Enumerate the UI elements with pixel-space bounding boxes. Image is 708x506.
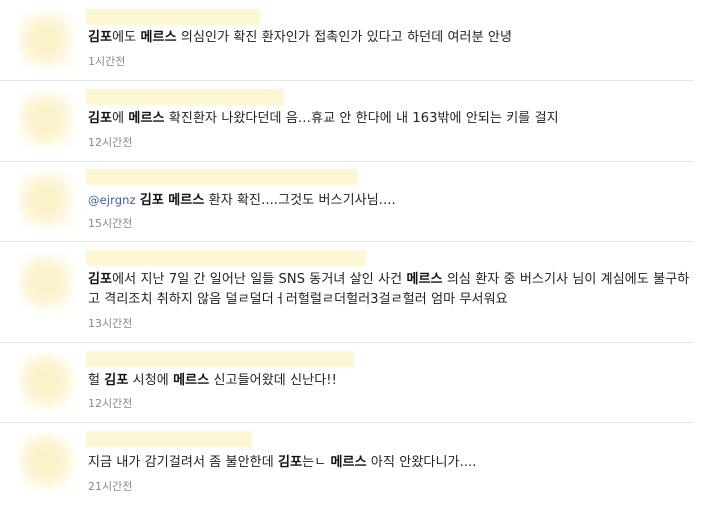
avatar[interactable] bbox=[18, 433, 74, 489]
list-item[interactable]: 김포에 메르스 확진환자 나왔다던데 음…휴교 안 한다에 내 163밖에 안되… bbox=[0, 81, 708, 162]
tweet-text: 지금 내가 감기걸려서 좀 불안한데 김포는ㄴ 메르스 아직 안왔다니가.... bbox=[88, 455, 477, 470]
user-name-redacted bbox=[86, 169, 358, 185]
timestamp[interactable]: 1시간전 bbox=[88, 53, 125, 69]
list-item[interactable]: @ejrgnz 김포 메르스 환자 확진....그것도 버스기사님.... 15… bbox=[0, 162, 708, 242]
tweet-text: 김포에도 메르스 의심인가 확진 환자인가 접촉인가 있다고 하던데 여러분 안… bbox=[88, 30, 513, 45]
timestamp[interactable]: 15시간전 bbox=[88, 215, 132, 231]
avatar[interactable] bbox=[18, 12, 74, 68]
user-name-redacted bbox=[86, 89, 284, 105]
list-item[interactable]: 김포에도 메르스 의심인가 확진 환자인가 접촉인가 있다고 하던데 여러분 안… bbox=[0, 0, 708, 81]
timestamp[interactable]: 21시간전 bbox=[88, 478, 132, 494]
keyword-highlight: 김포 bbox=[88, 30, 113, 45]
avatar[interactable] bbox=[18, 353, 74, 409]
keyword-highlight: 메르스 bbox=[128, 111, 165, 126]
keyword-highlight: 메르스 bbox=[330, 455, 367, 470]
avatar[interactable] bbox=[18, 254, 74, 310]
list-item[interactable]: 김포에서 지난 7일 간 일어난 일들 SNS 동거녀 살인 사건 메르스 의심… bbox=[0, 242, 708, 343]
avatar[interactable] bbox=[18, 91, 74, 147]
keyword-highlight: 메르스 bbox=[406, 272, 443, 287]
tweet-text: 김포에서 지난 7일 간 일어난 일들 SNS 동거녀 살인 사건 메르스 의심… bbox=[88, 272, 690, 307]
timestamp[interactable]: 13시간전 bbox=[88, 315, 132, 331]
keyword-highlight: 김포 bbox=[139, 193, 164, 208]
avatar[interactable] bbox=[18, 172, 74, 228]
keyword-highlight: 메르스 bbox=[140, 30, 177, 45]
user-name-redacted bbox=[86, 431, 252, 447]
user-name-redacted bbox=[86, 9, 260, 25]
tweet-feed: 김포에도 메르스 의심인가 확진 환자인가 접촉인가 있다고 하던데 여러분 안… bbox=[0, 0, 708, 506]
tweet-text: 김포에 메르스 확진환자 나왔다던데 음…휴교 안 한다에 내 163밖에 안되… bbox=[88, 111, 559, 126]
keyword-highlight: 김포 bbox=[88, 111, 113, 126]
list-item[interactable]: 지금 내가 감기걸려서 좀 불안한데 김포는ㄴ 메르스 아직 안왔다니가....… bbox=[0, 423, 708, 506]
keyword-highlight: 김포 bbox=[278, 455, 303, 470]
timestamp[interactable]: 12시간전 bbox=[88, 134, 132, 150]
user-name-redacted bbox=[86, 351, 354, 367]
keyword-highlight: 김포 bbox=[104, 373, 129, 388]
tweet-text: @ejrgnz 김포 메르스 환자 확진....그것도 버스기사님.... bbox=[88, 193, 396, 208]
timestamp[interactable]: 12시간전 bbox=[88, 395, 132, 411]
user-name-redacted bbox=[86, 250, 366, 266]
keyword-highlight: 메르스 bbox=[168, 193, 205, 208]
keyword-highlight: 메르스 bbox=[173, 373, 210, 388]
mention-link[interactable]: @ejrgnz bbox=[88, 193, 136, 207]
tweet-text: 헐 김포 시청에 메르스 신고들어왔데 신난다!! bbox=[88, 373, 337, 388]
list-item[interactable]: 헐 김포 시청에 메르스 신고들어왔데 신난다!! 12시간전 bbox=[0, 343, 708, 423]
keyword-highlight: 김포 bbox=[88, 272, 113, 287]
